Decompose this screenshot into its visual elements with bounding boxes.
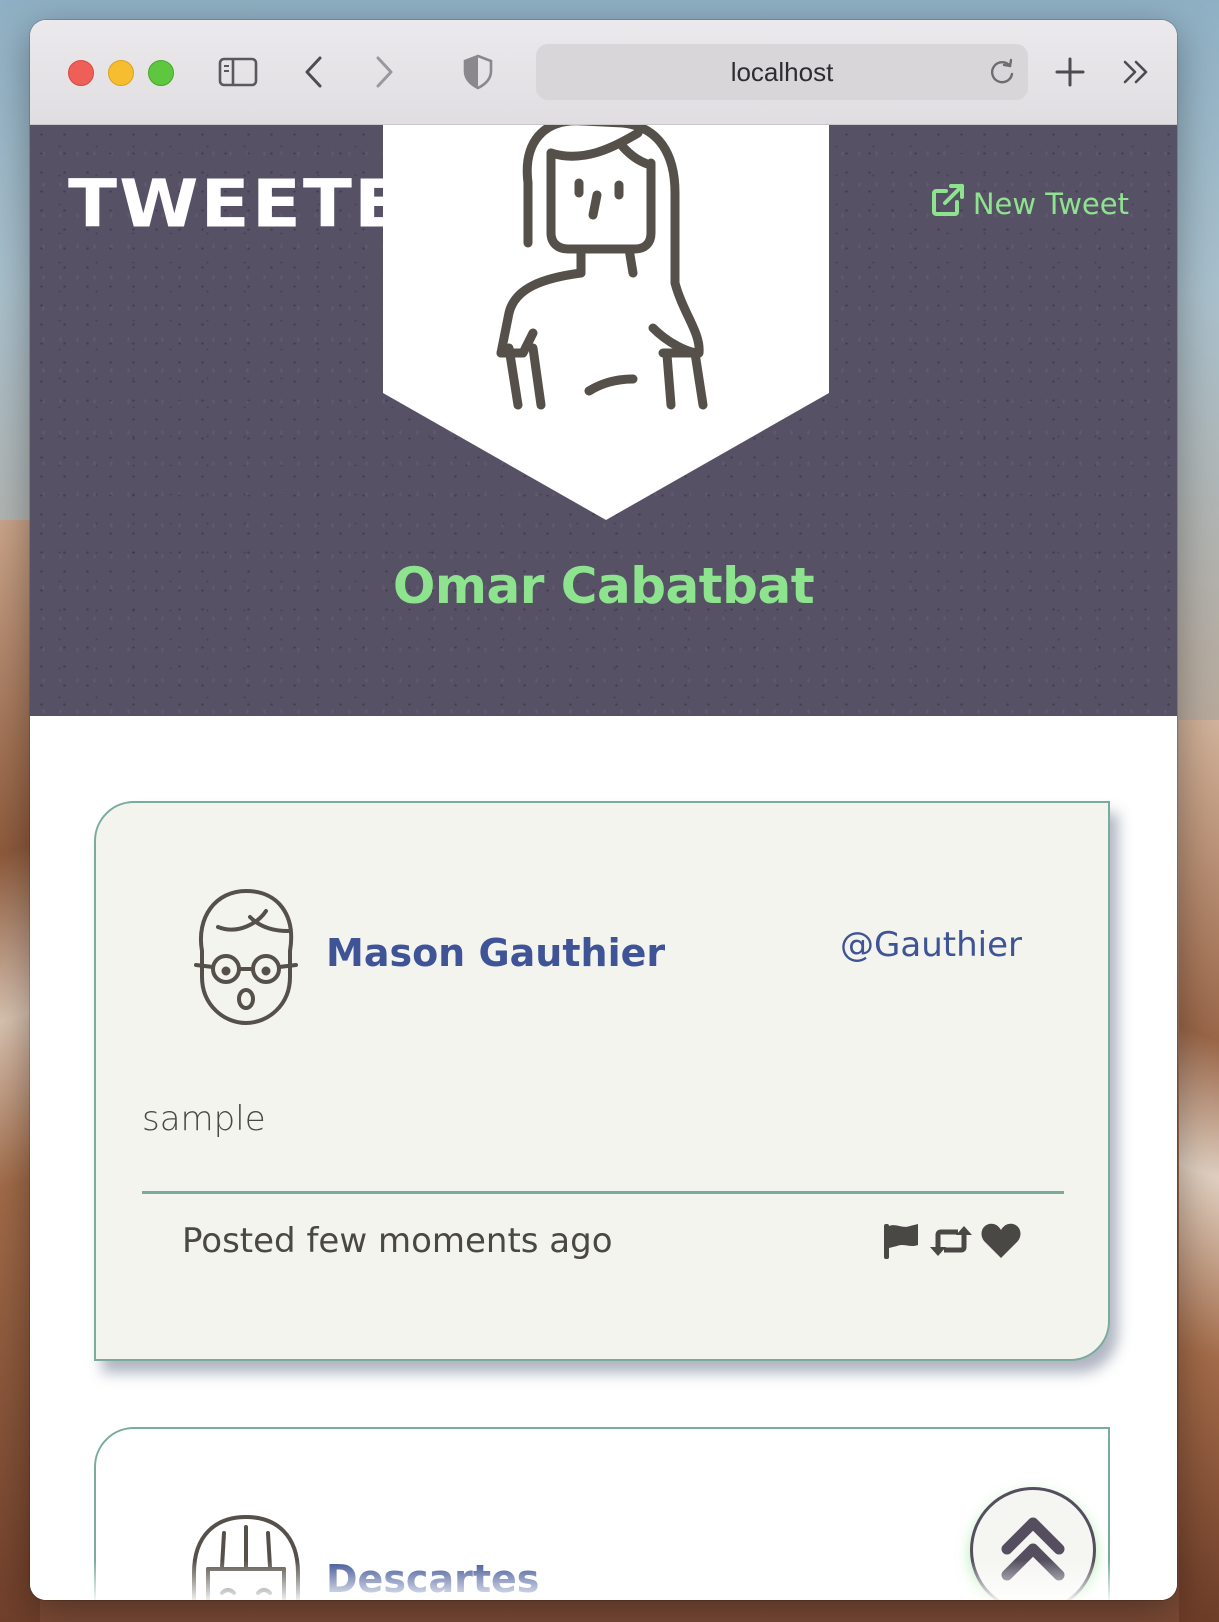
retweet-icon[interactable] — [928, 1223, 974, 1259]
external-link-icon — [931, 183, 965, 224]
page-content: TWEETE New Tweet Omar Cabatbat Mason Gau… — [30, 125, 1177, 1600]
close-window-button[interactable] — [68, 60, 94, 86]
double-chevron-up-icon — [999, 1511, 1067, 1589]
sidebar-toggle-icon[interactable] — [216, 50, 260, 94]
browser-window: localhost TWEETE New Tweet Omar Cabatbat… — [30, 20, 1177, 1600]
new-tweet-link[interactable]: New Tweet — [931, 183, 1129, 224]
brand-logo[interactable]: TWEETE — [68, 165, 405, 242]
tweet-card: Descartes — [94, 1427, 1110, 1600]
shield-icon[interactable] — [456, 50, 500, 94]
heart-icon[interactable] — [980, 1222, 1022, 1260]
chevron-right-icon[interactable] — [362, 50, 406, 94]
tweet-author-name[interactable]: Descartes — [326, 1557, 539, 1600]
tweet-timestamp: Posted few moments ago — [182, 1221, 613, 1261]
minimize-window-button[interactable] — [108, 60, 134, 86]
flag-icon[interactable] — [880, 1221, 922, 1261]
tweet-text: sample — [142, 1099, 266, 1139]
browser-toolbar: localhost — [30, 20, 1177, 125]
address-bar[interactable]: localhost — [536, 44, 1028, 100]
profile-avatar — [383, 125, 829, 520]
reload-icon[interactable] — [986, 56, 1018, 92]
tweet-card: Mason Gauthier @Gauthier sample Posted f… — [94, 801, 1110, 1361]
zoom-window-button[interactable] — [148, 60, 174, 86]
address-bar-url: localhost — [730, 57, 834, 87]
tweet-author-handle[interactable]: @Gauthier — [840, 925, 1022, 965]
new-tweet-label: New Tweet — [972, 186, 1129, 221]
tweet-divider — [142, 1191, 1064, 1194]
tweet-actions — [880, 1221, 1022, 1261]
desktop-background-right — [1179, 720, 1219, 1622]
profile-name: Omar Cabatbat — [392, 557, 815, 615]
profile-header: TWEETE New Tweet Omar Cabatbat — [30, 125, 1177, 716]
woman-bangs-avatar-icon — [192, 1515, 300, 1600]
chevron-left-icon[interactable] — [292, 50, 336, 94]
tweet-author-avatar — [188, 887, 304, 1027]
double-chevron-right-icon[interactable] — [1114, 50, 1158, 94]
tweet-author-name[interactable]: Mason Gauthier — [326, 931, 665, 975]
man-glasses-avatar-icon — [194, 889, 298, 1025]
plus-icon[interactable] — [1048, 50, 1092, 94]
tweet-author-avatar — [188, 1513, 304, 1600]
